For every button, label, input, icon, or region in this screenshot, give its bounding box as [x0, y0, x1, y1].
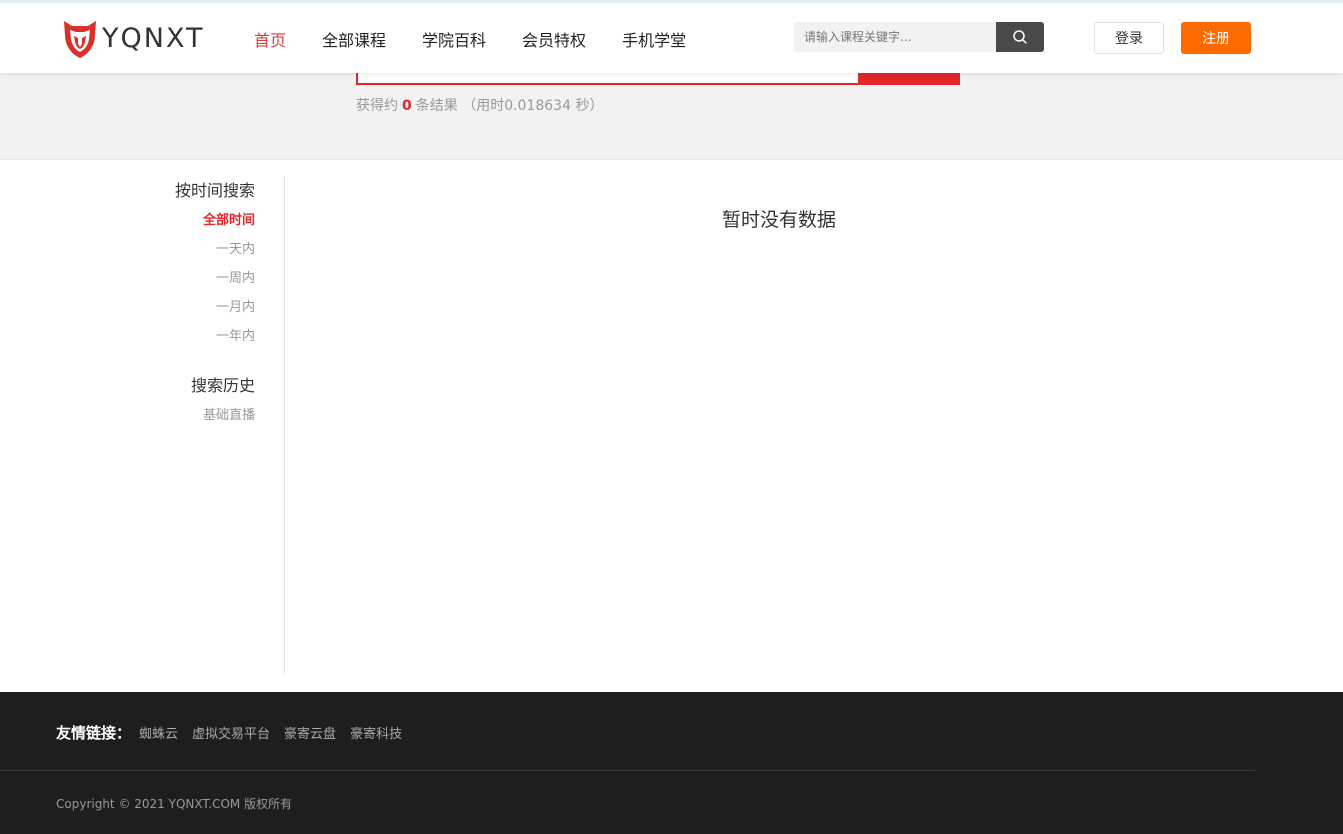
- time-filter-title: 按时间搜索: [174, 181, 255, 200]
- time-filter-year[interactable]: 一年内: [100, 328, 255, 346]
- nav-home[interactable]: 首页: [254, 27, 286, 51]
- site-logo[interactable]: YQNXT: [62, 17, 204, 59]
- copyright-text: Copyright © 2021 YQNXT.COM 版权所有: [56, 797, 293, 811]
- nav-mobile-school[interactable]: 手机学堂: [622, 27, 686, 51]
- friend-link[interactable]: 蜘蛛云: [139, 723, 178, 742]
- search-history-title: 搜索历史: [190, 376, 255, 395]
- nav-academy-wiki[interactable]: 学院百科: [422, 27, 486, 51]
- result-summary: 获得约 0 条结果 （用时0.018634 秒）: [356, 95, 603, 115]
- friend-link[interactable]: 虚拟交易平台: [192, 723, 270, 742]
- time-filter-all[interactable]: 全部时间: [100, 212, 255, 230]
- header-search: [794, 22, 1044, 52]
- result-prefix: 获得约: [356, 98, 398, 114]
- main-search-input[interactable]: [356, 73, 860, 85]
- result-count: 0: [402, 98, 412, 114]
- main-nav: 首页 全部课程 学院百科 会员特权 手机学堂: [254, 27, 722, 51]
- site-header: YQNXT 首页 全部课程 学院百科 会员特权 手机学堂 登录 注册: [0, 3, 1343, 73]
- footer-divider: [0, 770, 1255, 771]
- search-result-band: [0, 73, 1343, 160]
- empty-results-message: 暂时没有数据: [721, 209, 836, 231]
- friend-links-label: 友情链接：: [56, 724, 132, 742]
- search-icon: [1013, 30, 1027, 44]
- nav-all-courses[interactable]: 全部课程: [322, 27, 386, 51]
- site-footer: 友情链接： 蜘蛛云 虚拟交易平台 豪寄云盘 豪寄科技 Copyright © 2…: [0, 692, 1343, 834]
- time-filter-day[interactable]: 一天内: [100, 241, 255, 259]
- register-button[interactable]: 注册: [1181, 22, 1251, 54]
- bull-shield-icon: [64, 21, 96, 58]
- header-search-input[interactable]: [794, 22, 996, 52]
- friend-link[interactable]: 豪寄科技: [350, 723, 402, 742]
- friend-link[interactable]: 豪寄云盘: [284, 723, 336, 742]
- logo-text: YQNXT: [102, 22, 205, 54]
- search-history-item[interactable]: 基础直播: [100, 407, 255, 425]
- main-search-button[interactable]: [858, 73, 960, 85]
- result-suffix: 条结果 （用时0.018634 秒）: [415, 98, 604, 114]
- header-search-button[interactable]: [996, 22, 1044, 52]
- login-button[interactable]: 登录: [1094, 22, 1164, 54]
- nav-member-privileges[interactable]: 会员特权: [522, 27, 586, 51]
- time-filter-month[interactable]: 一月内: [100, 299, 255, 317]
- time-filter-week[interactable]: 一周内: [100, 270, 255, 288]
- friend-links: 友情链接： 蜘蛛云 虚拟交易平台 豪寄云盘 豪寄科技: [56, 722, 416, 743]
- filter-sidebar: 按时间搜索 全部时间 一天内 一周内 一月内 一年内 搜索历史 基础直播: [100, 177, 285, 675]
